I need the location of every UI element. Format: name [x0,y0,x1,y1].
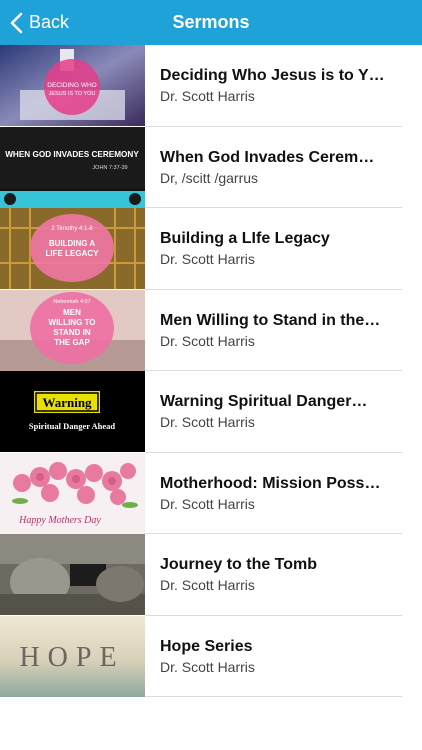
sermon-title: Journey to the Tomb [160,556,318,574]
sermon-author: Dr, /scitt /garrus [160,169,259,186]
chevron-left-icon [10,12,23,34]
sermon-row[interactable]: Journey to the Tomb Dr. Scott Harris [0,534,422,616]
thumb-text: WHEN GOD INVADES CEREMONY [5,150,139,159]
thumb-text: Spiritual Danger Ahead [29,421,116,431]
sermon-author: Dr. Scott Harris [160,658,255,675]
sermon-title: Building a LIfe Legacy [160,230,330,248]
thumb-text: Nehemiah 4:07 [53,299,90,305]
sermon-thumbnail: 2 Timothy 4:1-8 BUILDING A LIFE LEGACY [0,208,145,289]
sermon-title: Warning Spiritual Danger… [160,393,368,411]
nav-bar: Back Sermons [0,0,422,45]
sermon-row[interactable]: DECIDING WHO JESUS IS TO YOU Deciding Wh… [0,45,422,127]
thumb-text: LIFE LEGACY [46,249,100,258]
thumb-text: Warning [42,395,92,410]
sermon-thumbnail: Warning Spiritual Danger Ahead [0,371,145,452]
sermon-author: Dr. Scott Harris [160,251,255,268]
sermon-title: When God Invades Cerem… [160,148,375,166]
sermon-author: Dr. Scott Harris [160,495,255,512]
thumb-text: HOPE [19,642,124,673]
sermon-thumbnail: Nehemiah 4:07 MEN WILLING TO STAND IN TH… [0,289,145,371]
back-label: Back [29,12,70,32]
sermon-list: DECIDING WHO JESUS IS TO YOU Deciding Wh… [0,45,422,697]
sermon-title: Deciding Who Jesus is to Y… [160,67,385,85]
sermon-row[interactable]: Warning Spiritual Danger Ahead Warning S… [0,371,422,453]
thumb-text: BUILDING A [49,239,96,248]
sermon-row[interactable]: WHEN GOD INVADES CEREMONY JOHN 7:37-39 W… [0,126,422,209]
sermon-row[interactable]: 2 Timothy 4:1-8 BUILDING A LIFE LEGACY B… [0,208,422,290]
thumb-text: THE GAP [54,338,90,347]
sermon-thumbnail: WHEN GOD INVADES CEREMONY JOHN 7:37-39 [0,126,145,208]
sermon-title: Hope Series [160,637,253,655]
sermon-row[interactable]: HOPE Hope Series Dr. Scott Harris [0,615,422,698]
sermon-thumbnail [0,534,145,615]
sermon-author: Dr. Scott Harris [160,577,255,594]
sermon-author: Dr. Scott Harris [160,332,255,349]
sermon-row[interactable]: Nehemiah 4:07 MEN WILLING TO STAND IN TH… [0,289,422,372]
sermon-row[interactable]: Happy Mothers Day Motherhood: Mission Po… [0,452,422,535]
sermon-title: Motherhood: Mission Poss… [160,474,381,492]
thumb-text: STAND IN [53,328,90,337]
thumb-text: Happy Mothers Day [18,515,101,526]
sermon-title: Men Willing to Stand in the… [160,311,381,329]
back-button[interactable]: Back [10,0,69,45]
thumb-text: DECIDING WHO [47,82,96,89]
thumb-text: JOHN 7:37-39 [92,165,127,171]
sermon-thumbnail: HOPE [0,615,145,697]
sermon-author: Dr. Scott Harris [160,88,255,105]
thumb-text: 2 Timothy 4:1-8 [51,226,93,232]
thumb-text: WILLING TO [49,318,96,327]
thumb-text: MEN [63,308,81,317]
sermon-thumbnail: DECIDING WHO JESUS IS TO YOU [0,45,145,126]
sermon-author: Dr. Scott Harris [160,414,255,431]
thumb-text: JESUS IS TO YOU [49,91,96,97]
sermon-thumbnail: Happy Mothers Day [0,452,145,534]
